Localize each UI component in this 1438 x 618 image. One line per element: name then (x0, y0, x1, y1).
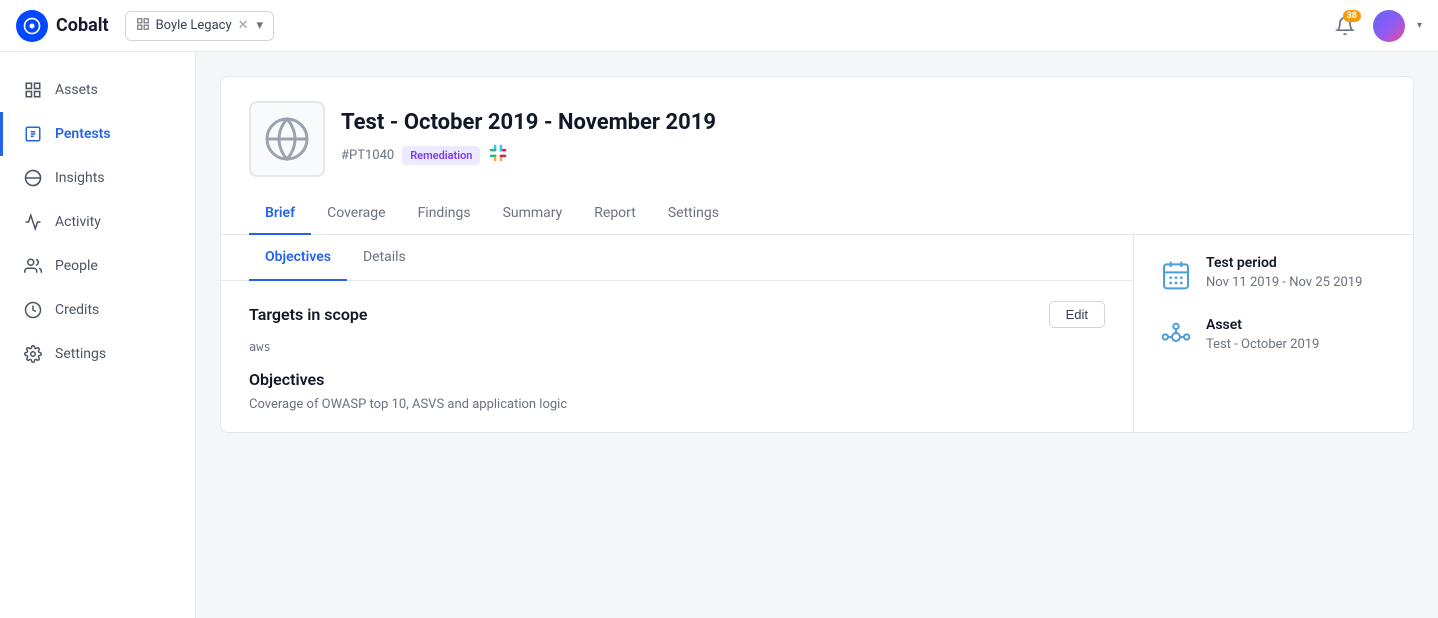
test-period-item: Test period Nov 11 2019 - Nov 25 2019 (1158, 255, 1389, 293)
test-period-content: Test period Nov 11 2019 - Nov 25 2019 (1206, 255, 1362, 290)
card-body: Objectives Details Targets in scope Edit… (221, 235, 1413, 432)
edit-button[interactable]: Edit (1049, 301, 1105, 328)
pentests-label: Pentests (55, 126, 111, 142)
pentest-card: Test - October 2019 - November 2019 #PT1… (220, 76, 1414, 433)
card-meta: #PT1040 Remediation (341, 143, 1385, 168)
asset-label: Asset (1206, 317, 1319, 333)
logo-text: Cobalt (56, 15, 109, 36)
globe-icon (263, 115, 311, 163)
settings-icon (23, 344, 43, 364)
card-side-panel: Test period Nov 11 2019 - Nov 25 2019 (1133, 235, 1413, 432)
sidebar-item-people[interactable]: People (0, 244, 195, 288)
targets-title: Targets in scope (249, 305, 368, 324)
calendar-svg (1160, 259, 1192, 291)
credits-icon (23, 300, 43, 320)
sub-tab-details[interactable]: Details (347, 235, 422, 281)
credits-label: Credits (55, 302, 99, 318)
asset-item: Asset Test - October 2019 (1158, 317, 1389, 355)
people-icon (23, 256, 43, 276)
main-layout: Assets Pentests Insights (0, 52, 1438, 618)
sub-tabs: Objectives Details (221, 235, 1133, 281)
test-period-value: Nov 11 2019 - Nov 25 2019 (1206, 275, 1362, 290)
pentest-title: Test - October 2019 - November 2019 (341, 110, 1385, 135)
targets-header: Targets in scope Edit (249, 301, 1105, 328)
sidebar-item-assets[interactable]: Assets (0, 68, 195, 112)
card-main: Objectives Details Targets in scope Edit… (221, 235, 1133, 432)
notification-button[interactable]: 38 (1329, 10, 1361, 42)
people-label: People (55, 258, 98, 274)
card-header: Test - October 2019 - November 2019 #PT1… (221, 77, 1413, 177)
asset-content: Asset Test - October 2019 (1206, 317, 1319, 352)
org-selector[interactable]: Boyle Legacy ✕ ▾ (125, 11, 275, 41)
sidebar-item-credits[interactable]: Credits (0, 288, 195, 332)
sidebar-item-insights[interactable]: Insights (0, 156, 195, 200)
topbar-right: 38 ▾ (1329, 10, 1422, 42)
asset-icon (249, 101, 325, 177)
tab-brief[interactable]: Brief (249, 193, 311, 235)
org-name: Boyle Legacy (156, 18, 232, 33)
topbar-left: Cobalt Boyle Legacy ✕ ▾ (16, 10, 274, 42)
status-badge: Remediation (402, 146, 480, 165)
assets-label: Assets (55, 82, 98, 98)
calendar-icon (1158, 257, 1194, 293)
activity-label: Activity (55, 214, 101, 230)
insights-icon (23, 168, 43, 188)
network-icon (1158, 319, 1194, 355)
logo-icon (16, 10, 48, 42)
sub-tab-objectives[interactable]: Objectives (249, 235, 347, 281)
sidebar-item-pentests[interactable]: Pentests (0, 112, 195, 156)
topbar: Cobalt Boyle Legacy ✕ ▾ 38 ▾ (0, 0, 1438, 52)
slack-logo-icon (488, 143, 508, 163)
tab-summary[interactable]: Summary (487, 193, 579, 235)
cobalt-logo-icon (22, 16, 42, 36)
sidebar-item-settings[interactable]: Settings (0, 332, 195, 376)
objectives-text: Coverage of OWASP top 10, ASVS and appli… (249, 397, 1105, 412)
logo: Cobalt (16, 10, 109, 42)
tab-findings[interactable]: Findings (402, 193, 487, 235)
main-content: Test - October 2019 - November 2019 #PT1… (196, 52, 1438, 618)
org-clear-button[interactable]: ✕ (238, 18, 249, 33)
avatar[interactable] (1373, 10, 1405, 42)
slack-icon (488, 143, 508, 168)
settings-label: Settings (55, 346, 106, 362)
pentests-icon (23, 124, 43, 144)
pentest-id: #PT1040 (341, 148, 394, 163)
targets-section: Targets in scope Edit aws Objectives Cov… (221, 281, 1133, 432)
sidebar-item-activity[interactable]: Activity (0, 200, 195, 244)
assets-icon (23, 80, 43, 100)
avatar-chevron-icon[interactable]: ▾ (1417, 20, 1422, 31)
aws-tag: aws (249, 340, 1105, 354)
test-period-label: Test period (1206, 255, 1362, 271)
asset-value: Test - October 2019 (1206, 337, 1319, 352)
building-icon (136, 17, 150, 35)
sidebar: Assets Pentests Insights (0, 52, 196, 618)
main-tabs: Brief Coverage Findings Summary Report S… (221, 193, 1413, 235)
objectives-section-title: Objectives (249, 370, 1105, 389)
tab-coverage[interactable]: Coverage (311, 193, 401, 235)
org-chevron-icon[interactable]: ▾ (257, 18, 264, 33)
tab-report[interactable]: Report (578, 193, 652, 235)
notification-badge: 38 (1343, 10, 1361, 22)
card-title-section: Test - October 2019 - November 2019 #PT1… (341, 110, 1385, 168)
tab-settings[interactable]: Settings (652, 193, 735, 235)
network-svg (1160, 321, 1192, 353)
activity-icon (23, 212, 43, 232)
insights-label: Insights (55, 170, 105, 186)
